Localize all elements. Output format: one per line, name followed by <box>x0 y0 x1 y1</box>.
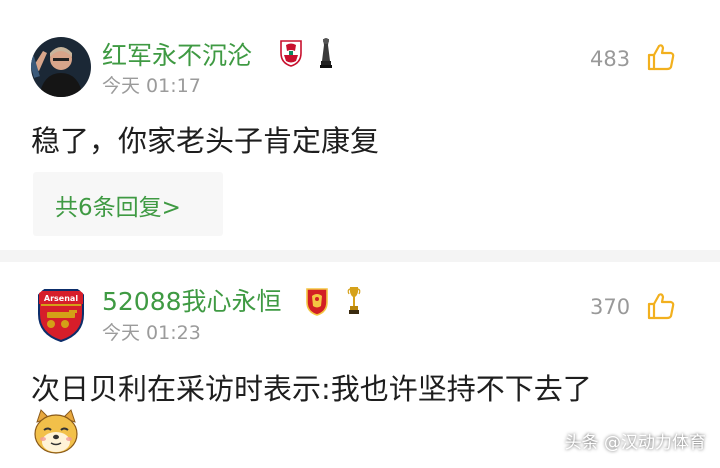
doge-emoji-icon <box>34 409 78 454</box>
trophy-icon <box>320 38 332 68</box>
view-replies-button[interactable]: 共6条回复> <box>33 172 223 236</box>
timestamp: 今天 01:17 <box>102 75 201 97</box>
username[interactable]: 52088我心永恒 <box>102 282 282 318</box>
timestamp: 今天 01:23 <box>102 322 201 344</box>
user-avatar[interactable] <box>31 37 91 97</box>
guangzhou-badge-icon <box>306 288 328 316</box>
view-replies-label: 共6条回复> <box>55 195 181 221</box>
user-avatar[interactable]: Arsenal <box>31 284 91 344</box>
comment-text: 稳了，你家老头子肯定康复 <box>31 124 380 158</box>
like-count: 483 <box>590 47 631 71</box>
comment-item: 红军永不沉沦 今天 01:17 483 稳了，你家老头子肯定康复 共6条回复> <box>0 0 720 250</box>
like-count: 370 <box>590 295 631 319</box>
username[interactable]: 红军永不沉沦 <box>102 36 252 72</box>
thumbs-up-icon[interactable] <box>646 42 676 72</box>
comment-text: 次日贝利在采访时表示:我也许坚持不下去了 <box>31 372 592 406</box>
trophy-icon <box>347 287 361 314</box>
comment-divider <box>0 250 720 262</box>
watermark-text: 头条 @汉动力体育 <box>564 433 706 453</box>
liverpool-badge-icon <box>280 40 302 67</box>
thumbs-up-icon[interactable] <box>646 291 676 321</box>
arsenal-badge-text: Arsenal <box>44 294 78 303</box>
